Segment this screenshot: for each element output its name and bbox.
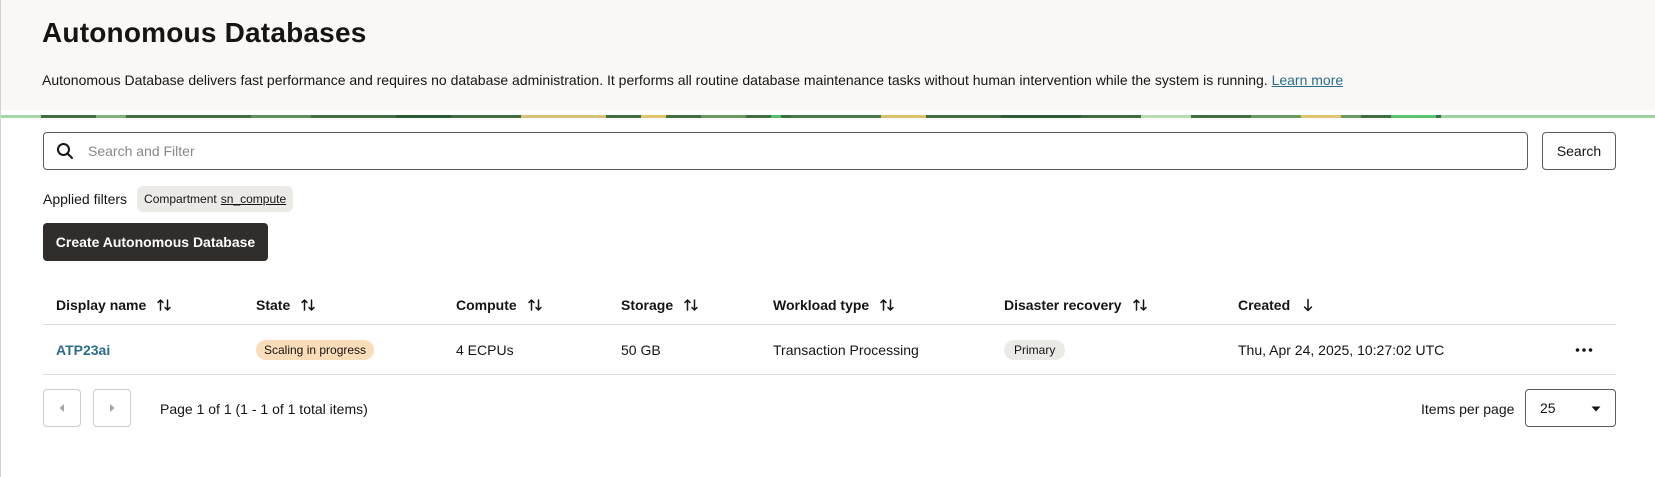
column-label: Created xyxy=(1238,297,1291,313)
column-header-workload-type[interactable]: Workload type xyxy=(773,285,895,325)
items-per-page-value: 25 xyxy=(1540,400,1556,416)
column-label: State xyxy=(256,297,291,313)
cell-created: Thu, Apr 24, 2025, 10:27:02 UTC xyxy=(1238,342,1445,358)
sort-icon[interactable] xyxy=(300,297,316,313)
description-text: Autonomous Database delivers fast perfor… xyxy=(42,72,1272,88)
cell-compute: 4 ECPUs xyxy=(456,342,514,358)
database-name-link[interactable]: ATP23ai xyxy=(56,342,110,358)
column-label: Storage xyxy=(621,297,674,313)
column-label: Display name xyxy=(56,297,147,313)
column-label: Disaster recovery xyxy=(1004,297,1122,313)
cell-display-name: ATP23ai xyxy=(56,325,110,375)
search-box xyxy=(43,132,1528,170)
page-title: Autonomous Databases xyxy=(42,17,367,48)
sort-icon[interactable] xyxy=(156,297,172,313)
filter-chip-key: Compartment xyxy=(144,192,217,206)
column-header-created[interactable]: Created xyxy=(1238,285,1316,325)
previous-page-button[interactable] xyxy=(43,389,81,427)
column-header-storage[interactable]: Storage xyxy=(621,285,699,325)
items-per-page-select[interactable]: 25 xyxy=(1525,389,1616,427)
filter-chip-value[interactable]: sn_compute xyxy=(221,192,286,206)
items-per-page-label: Items per page xyxy=(1421,401,1515,417)
learn-more-link[interactable]: Learn more xyxy=(1272,72,1344,88)
page-header: Autonomous Databases Autonomous Database… xyxy=(1,0,1655,110)
chevron-down-icon xyxy=(1591,406,1601,412)
status-badge: Scaling in progress xyxy=(256,340,375,360)
sort-icon[interactable] xyxy=(879,297,895,313)
page-info: Page 1 of 1 (1 - 1 of 1 total items) xyxy=(160,401,368,417)
column-label: Compute xyxy=(456,297,517,313)
chevron-right-icon xyxy=(110,404,115,412)
decorative-banner xyxy=(1,110,1655,118)
cell-disaster-recovery: Primary xyxy=(1004,325,1066,375)
create-autonomous-database-button[interactable]: Create Autonomous Database xyxy=(43,223,268,261)
applied-filters: Applied filters Compartment sn_compute xyxy=(43,185,294,213)
databases-table: Display name State Compute Storage Workl… xyxy=(43,285,1616,375)
table-header: Display name State Compute Storage Workl… xyxy=(43,285,1616,325)
search-input[interactable] xyxy=(88,133,1527,169)
column-header-display-name[interactable]: Display name xyxy=(56,285,172,325)
page: Autonomous Databases Autonomous Database… xyxy=(0,0,1655,477)
table-row: ATP23ai Scaling in progress 4 ECPUs 50 G… xyxy=(43,325,1616,375)
cell-workload-type: Transaction Processing xyxy=(773,342,919,358)
more-actions-icon[interactable] xyxy=(1574,340,1594,360)
role-badge: Primary xyxy=(1004,340,1066,360)
cell-state: Scaling in progress xyxy=(256,325,375,375)
column-header-state[interactable]: State xyxy=(256,285,316,325)
search-button[interactable]: Search xyxy=(1542,132,1616,170)
filter-chip-compartment[interactable]: Compartment sn_compute xyxy=(137,186,294,212)
applied-filters-label: Applied filters xyxy=(43,191,128,207)
cell-storage: 50 GB xyxy=(621,342,661,358)
row-actions-cell xyxy=(1574,325,1594,375)
search-icon xyxy=(57,143,73,159)
sort-icon[interactable] xyxy=(683,297,699,313)
sort-icon[interactable] xyxy=(527,297,543,313)
column-header-compute[interactable]: Compute xyxy=(456,285,543,325)
chevron-left-icon xyxy=(59,404,64,412)
page-description: Autonomous Database delivers fast perfor… xyxy=(42,72,1343,88)
column-header-disaster-recovery[interactable]: Disaster recovery xyxy=(1004,285,1148,325)
sort-descending-icon[interactable] xyxy=(1300,297,1316,313)
column-label: Workload type xyxy=(773,297,870,313)
sort-icon[interactable] xyxy=(1132,297,1148,313)
next-page-button[interactable] xyxy=(93,389,131,427)
